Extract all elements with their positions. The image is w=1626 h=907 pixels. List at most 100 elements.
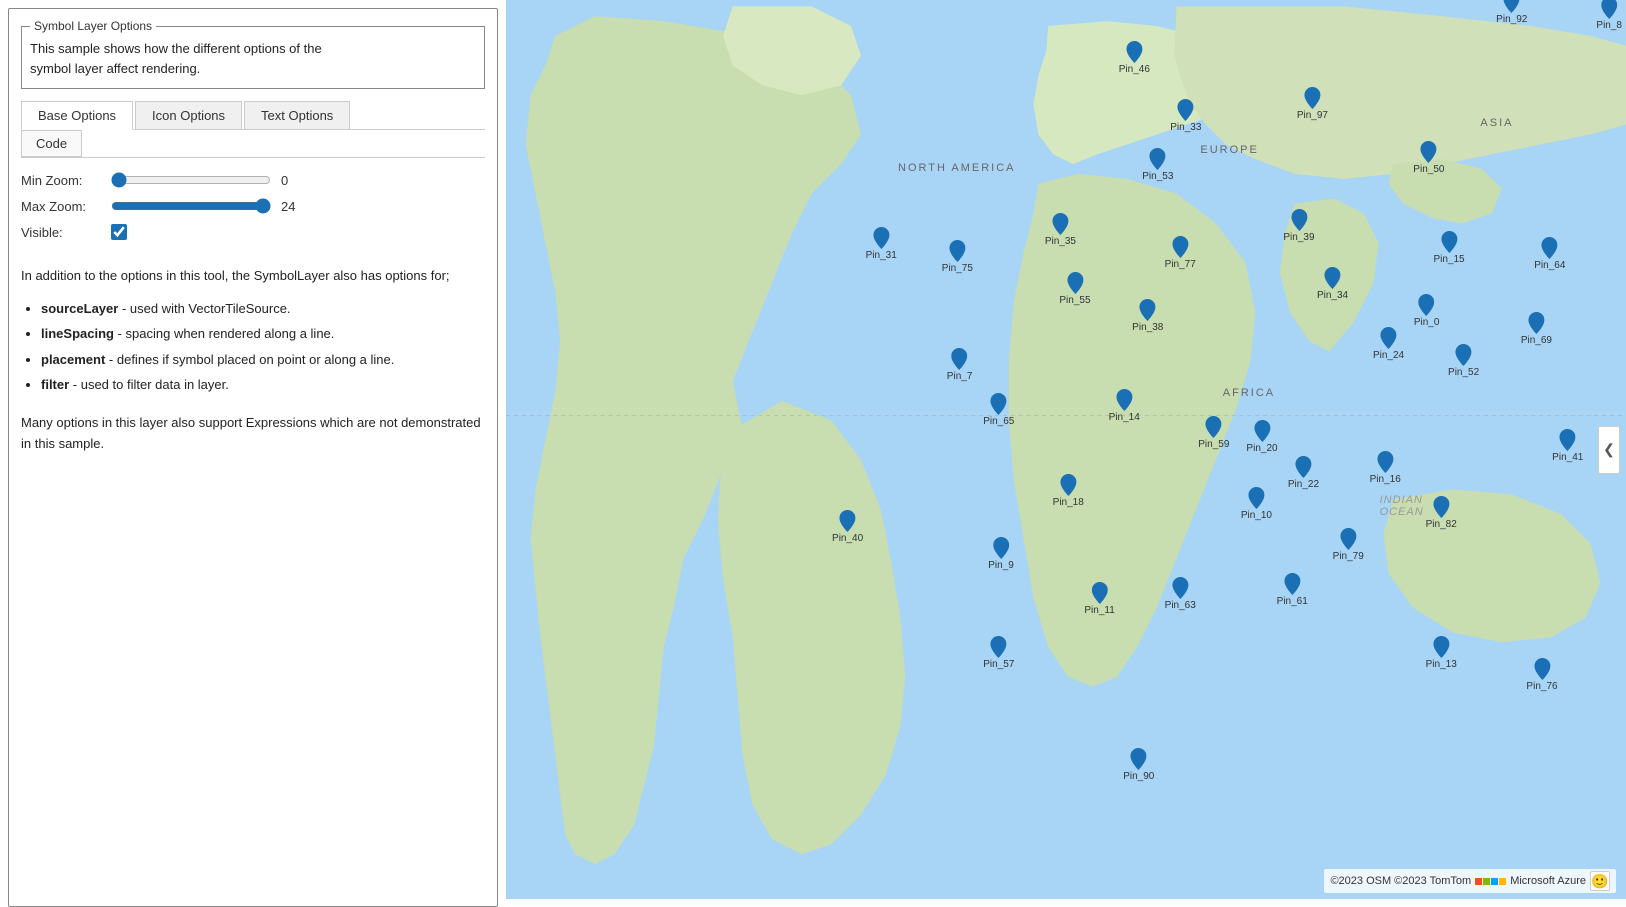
pin-label: Pin_50 (1413, 164, 1444, 175)
visible-row: Visible: (21, 224, 485, 240)
pin-icon (1131, 748, 1147, 770)
pin-marker: Pin_76 (1526, 658, 1557, 692)
pin-label: Pin_52 (1448, 367, 1479, 378)
pin-marker: Pin_8 (1596, 0, 1622, 31)
pin-marker: Pin_92 (1496, 0, 1527, 25)
collapse-button[interactable]: ❮ (1598, 426, 1620, 474)
pin-marker: Pin_0 (1414, 294, 1440, 328)
pin-icon (873, 227, 889, 249)
info-paragraph-2: Many options in this layer also support … (21, 413, 485, 455)
pin-label: Pin_76 (1526, 681, 1557, 692)
pin-icon (1140, 299, 1156, 321)
pin-label: Pin_55 (1059, 295, 1090, 306)
pin-marker: Pin_97 (1297, 87, 1328, 121)
pin-marker: Pin_40 (832, 510, 863, 544)
pin-label: Pin_22 (1288, 479, 1319, 490)
tab-icon-options[interactable]: Icon Options (135, 101, 242, 129)
collapse-icon: ❮ (1603, 441, 1615, 458)
tabs-container: Base Options Icon Options Text Options C… (21, 101, 485, 172)
pin-label: Pin_10 (1241, 510, 1272, 521)
pin-icon (1067, 272, 1083, 294)
pin-label: Pin_31 (866, 250, 897, 261)
pin-marker: Pin_10 (1241, 487, 1272, 521)
pin-marker: Pin_33 (1170, 99, 1201, 133)
pin-label: Pin_64 (1534, 260, 1565, 271)
label-africa: AFRICA (1223, 387, 1275, 399)
label-indian-ocean: IndianOcean (1380, 494, 1424, 518)
pin-marker: Pin_34 (1317, 267, 1348, 301)
label-europe: EUROPE (1200, 144, 1258, 156)
pin-icon (949, 240, 965, 262)
smiley-button[interactable]: 🙂 (1590, 871, 1610, 891)
pin-icon (1116, 389, 1132, 411)
microsoft-logo (1475, 878, 1506, 885)
bullet-4-desc: - used to filter data in layer. (69, 377, 229, 392)
pin-marker: Pin_9 (988, 537, 1014, 571)
pin-marker: Pin_63 (1165, 577, 1196, 611)
pin-icon (1456, 344, 1472, 366)
pin-marker: Pin_53 (1142, 148, 1173, 182)
min-zoom-slider[interactable] (111, 172, 271, 188)
bullet-list: sourceLayer - used with VectorTileSource… (41, 299, 485, 401)
pin-label: Pin_11 (1084, 605, 1114, 616)
pin-label: Pin_35 (1045, 236, 1076, 247)
pin-marker: Pin_35 (1045, 213, 1076, 247)
pin-icon (1433, 496, 1449, 518)
pin-label: Pin_33 (1170, 122, 1201, 133)
label-asia: ASIA (1480, 117, 1513, 129)
pin-icon (1126, 41, 1142, 63)
pin-label: Pin_7 (947, 371, 973, 382)
bullet-2-key: lineSpacing (41, 326, 114, 341)
pin-icon (1060, 474, 1076, 496)
ms-green (1483, 878, 1490, 885)
pin-icon (1291, 209, 1307, 231)
pin-icon (1172, 236, 1188, 258)
visible-label: Visible: (21, 225, 111, 240)
left-panel: Symbol Layer Options This sample shows h… (8, 8, 498, 907)
visible-checkbox[interactable] (111, 224, 127, 240)
pin-marker: Pin_77 (1165, 236, 1196, 270)
min-zoom-row: Min Zoom: 0 (21, 172, 485, 188)
pin-label: Pin_34 (1317, 290, 1348, 301)
tab-text-options[interactable]: Text Options (244, 101, 350, 129)
pin-icon (1419, 294, 1435, 316)
bullet-4: filter - used to filter data in layer. (41, 375, 485, 395)
bullet-1-key: sourceLayer (41, 301, 118, 316)
pin-icon (1284, 573, 1300, 595)
pin-marker: Pin_22 (1288, 456, 1319, 490)
pin-label: Pin_92 (1496, 14, 1527, 25)
pin-marker: Pin_79 (1333, 528, 1364, 562)
pin-icon (1433, 636, 1449, 658)
panel-description: This sample shows how the different opti… (30, 39, 476, 78)
pin-icon (1340, 528, 1356, 550)
pin-marker: Pin_39 (1283, 209, 1314, 243)
pin-icon (1542, 237, 1558, 259)
map-area[interactable]: NORTH AMERICA EUROPE ASIA AFRICA IndianO… (506, 0, 1626, 899)
bullet-4-key: filter (41, 377, 69, 392)
max-zoom-slider[interactable] (111, 198, 271, 214)
pin-icon (1601, 0, 1617, 19)
pin-icon (1528, 312, 1544, 334)
pin-label: Pin_53 (1142, 171, 1173, 182)
brand-label: Microsoft Azure (1510, 875, 1586, 887)
pin-icon (1254, 420, 1270, 442)
tab-base-options[interactable]: Base Options (21, 101, 133, 130)
pin-marker: Pin_75 (942, 240, 973, 274)
pin-label: Pin_97 (1297, 110, 1328, 121)
pin-icon (840, 510, 856, 532)
pin-label: Pin_8 (1596, 20, 1622, 31)
pin-label: Pin_41 (1552, 452, 1583, 463)
tab-code[interactable]: Code (21, 130, 82, 157)
pin-label: Pin_39 (1283, 232, 1314, 243)
ms-blue (1491, 878, 1498, 885)
pin-icon (1421, 141, 1437, 163)
pin-marker: Pin_69 (1521, 312, 1552, 346)
info-paragraph-1: In addition to the options in this tool,… (21, 266, 485, 287)
pin-marker: Pin_59 (1198, 416, 1229, 450)
pin-marker: Pin_31 (866, 227, 897, 261)
max-zoom-value: 24 (281, 199, 301, 214)
pin-marker: Pin_11 (1084, 582, 1114, 616)
pin-marker: Pin_38 (1132, 299, 1163, 333)
pin-label: Pin_20 (1246, 443, 1277, 454)
pin-icon (1560, 429, 1576, 451)
